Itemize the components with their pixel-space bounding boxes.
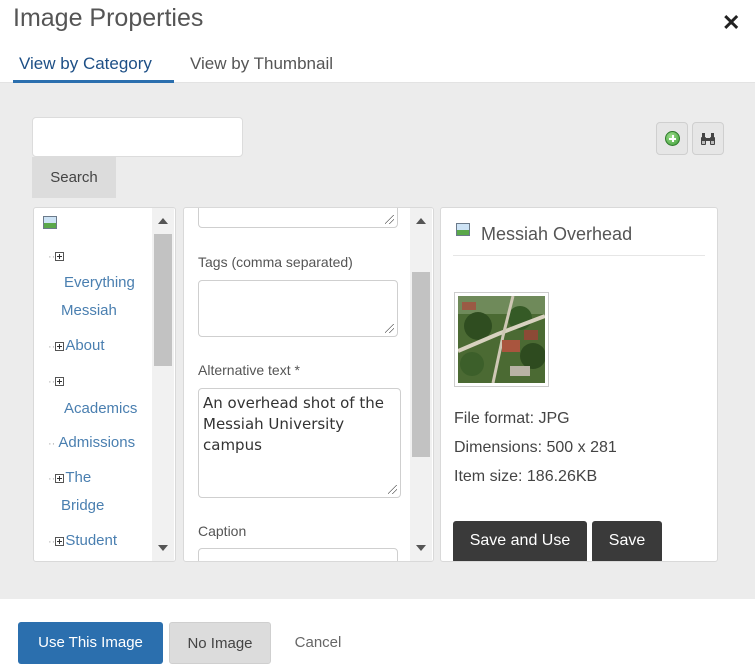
tree-scrollbar[interactable]: [152, 208, 174, 561]
tab-view-by-thumbnail[interactable]: View by Thumbnail: [186, 54, 337, 74]
scroll-up-icon[interactable]: [416, 218, 426, 224]
description-field[interactable]: [198, 208, 398, 228]
properties-form-panel: Tags (comma separated) Alternative text …: [183, 207, 434, 562]
expand-icon[interactable]: [55, 341, 65, 351]
caption-label: Caption: [198, 523, 247, 539]
tree-item-about[interactable]: ·· About: [48, 332, 105, 361]
expand-icon[interactable]: [55, 473, 65, 483]
item-size: Item size: 186.26KB: [454, 468, 598, 485]
file-format: File format: JPG: [454, 410, 570, 427]
expand-icon[interactable]: [55, 251, 65, 261]
tree-item-label[interactable]: Admissions: [58, 434, 135, 451]
alt-text-label: Alternative text *: [198, 362, 300, 378]
image-thumbnail[interactable]: [454, 292, 549, 387]
scroll-down-icon[interactable]: [416, 545, 426, 551]
add-circle-icon: [664, 131, 680, 146]
tree-item-academics[interactable]: ··: [48, 367, 65, 396]
expand-icon[interactable]: [55, 376, 65, 386]
expand-icon[interactable]: [55, 536, 65, 546]
tree-item-label[interactable]: Everything: [64, 269, 135, 297]
use-this-image-button[interactable]: Use This Image: [18, 622, 163, 664]
tree-item-student[interactable]: ·· Student: [48, 527, 117, 556]
binoculars-icon: [701, 132, 715, 145]
scroll-up-icon[interactable]: [158, 218, 168, 224]
tree-item-label[interactable]: Student: [65, 532, 117, 549]
image-folder-icon: [43, 216, 57, 229]
image-details-panel: Messiah Overhead File format: JPG Dimens…: [440, 207, 718, 562]
resize-grip-icon[interactable]: [385, 215, 394, 224]
tags-field[interactable]: [198, 280, 398, 337]
tree-item-the-bridge[interactable]: ·· The: [48, 464, 91, 493]
dialog-title: Image Properties: [13, 4, 204, 32]
scroll-down-icon[interactable]: [158, 545, 168, 551]
save-button[interactable]: Save: [592, 521, 662, 561]
tree-item-admissions[interactable]: ·· Admissions: [48, 429, 135, 458]
scroll-thumb[interactable]: [154, 234, 172, 366]
campus-photo: [457, 295, 546, 384]
alt-text-value: An overhead shot of the Messiah Universi…: [203, 394, 384, 454]
image-icon: [456, 223, 470, 236]
details-divider: [453, 255, 705, 256]
dimensions: Dimensions: 500 x 281: [454, 439, 617, 456]
close-icon[interactable]: ✕: [722, 12, 740, 34]
form-scrollbar[interactable]: [410, 208, 432, 561]
save-and-use-button[interactable]: Save and Use: [453, 521, 587, 561]
add-button[interactable]: [656, 122, 688, 155]
alt-text-field[interactable]: An overhead shot of the Messiah Universi…: [198, 388, 401, 498]
caption-field[interactable]: [198, 548, 398, 561]
browse-button[interactable]: [692, 122, 724, 155]
category-tree-panel: ·· Everything Messiah ·· About ·· Academi…: [33, 207, 176, 562]
search-button[interactable]: Search: [32, 157, 116, 198]
scroll-thumb[interactable]: [412, 272, 430, 457]
cancel-link[interactable]: Cancel: [282, 622, 354, 664]
search-input[interactable]: [32, 117, 243, 157]
tree-item-label[interactable]: Messiah: [61, 297, 117, 325]
tags-label: Tags (comma separated): [198, 254, 353, 270]
tree-item-everything-messiah[interactable]: ··: [48, 242, 65, 271]
tree-item-label[interactable]: Academics: [64, 395, 137, 423]
resize-grip-icon[interactable]: [385, 324, 394, 333]
image-name: Messiah Overhead: [481, 224, 633, 244]
tree-item-label[interactable]: Bridge: [61, 492, 104, 520]
no-image-button[interactable]: No Image: [169, 622, 271, 664]
resize-grip-icon[interactable]: [388, 485, 397, 494]
tab-view-by-category[interactable]: View by Category: [15, 54, 156, 74]
tree-item-label[interactable]: About: [65, 337, 104, 354]
tree-item-label[interactable]: The: [65, 469, 91, 486]
